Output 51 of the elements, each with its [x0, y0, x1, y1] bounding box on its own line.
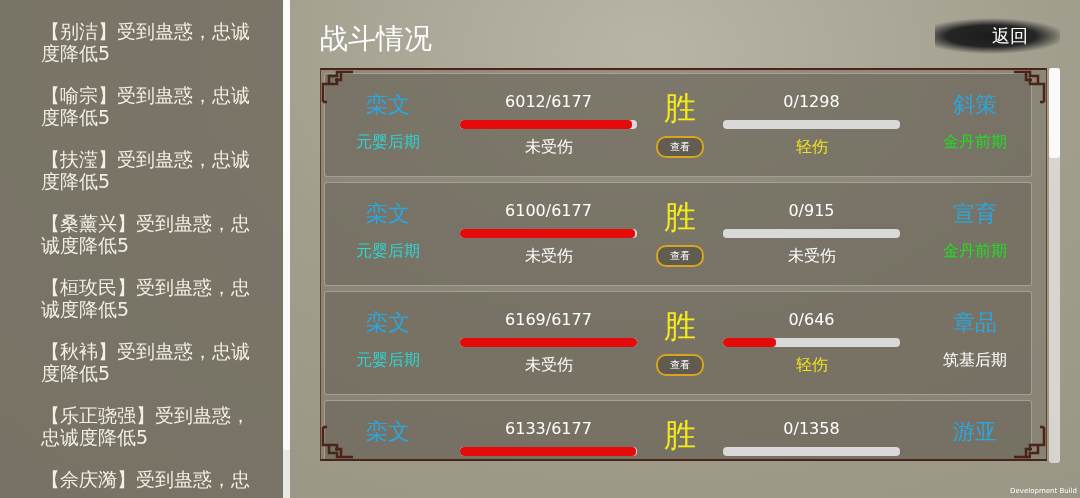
result-label: 胜 [664, 197, 696, 237]
page-title: 战斗情况 [320, 21, 432, 57]
injury-status: 轻伤 [795, 137, 828, 157]
injury-status: 未受伤 [787, 246, 836, 266]
fighter-name: 栾文 [365, 201, 410, 227]
realm-label: 元婴后期 [355, 350, 420, 370]
hp-value: 6169/6177 [505, 310, 592, 330]
view-button[interactable]: 查看 [656, 245, 704, 267]
back-button[interactable]: 返回 [935, 18, 1060, 54]
fighter-name: 游亚 [953, 419, 997, 445]
log-entry: 【扶滢】受到蛊惑，忠诚度降低5 [41, 148, 251, 192]
view-button[interactable]: 查看 [656, 136, 704, 158]
hp-value: 6012/6177 [505, 92, 592, 112]
fighter-name: 栾文 [365, 419, 410, 445]
result-label: 胜 [664, 415, 696, 455]
corner-ornament-icon [1012, 70, 1046, 104]
scrollbar[interactable] [1049, 68, 1060, 463]
log-entry: 【别洁】受到蛊惑，忠诚度降低5 [41, 20, 251, 64]
log-entry: 【喻宗】受到蛊惑，忠诚度降低5 [41, 84, 251, 128]
injury-status: 未受伤 [524, 137, 573, 157]
result-label: 胜 [664, 306, 696, 346]
result-label: 胜 [664, 88, 696, 128]
injury-status: 轻伤 [795, 355, 828, 375]
realm-label: 元婴后期 [355, 241, 420, 261]
fighter-name: 章品 [953, 310, 997, 336]
log-entry: 【佘庆漪】受到蛊惑，忠 [41, 468, 251, 490]
fighter-name: 栾文 [365, 310, 410, 336]
log-entry: 【桑薰兴】受到蛊惑，忠诚度降低5 [41, 212, 251, 256]
realm-label: 金丹前期 [943, 132, 1007, 152]
fighter-name: 栾文 [365, 92, 410, 118]
fighter-name: 宣育 [953, 201, 997, 227]
hp-value: 6100/6177 [505, 201, 592, 221]
view-button[interactable]: 查看 [656, 354, 704, 376]
injury-status: 未受伤 [524, 246, 573, 266]
hp-value: 0/646 [788, 310, 835, 330]
scrollbar-thumb[interactable] [1049, 68, 1060, 158]
hp-value: 0/1358 [783, 419, 840, 439]
log-entry: 【乐正骁强】受到蛊惑，忠诚度降低5 [41, 404, 251, 448]
hp-value: 0/915 [788, 201, 835, 221]
realm-label: 筑基后期 [943, 350, 1007, 370]
injury-status: 未受伤 [524, 355, 573, 375]
log-entry: 【桓玫民】受到蛊惑，忠诚度降低5 [41, 276, 251, 320]
hp-value: 6133/6177 [505, 419, 592, 439]
realm-label: 元婴后期 [355, 132, 420, 152]
fighter-name: 斜策 [953, 92, 997, 118]
hp-value: 0/1298 [783, 92, 840, 112]
corner-ornament-icon [321, 425, 355, 459]
log-entry: 【秋袆】受到蛊惑，忠诚度降低5 [41, 340, 251, 384]
corner-ornament-icon [1012, 425, 1046, 459]
corner-ornament-icon [321, 70, 355, 104]
realm-label: 金丹前期 [943, 241, 1007, 261]
